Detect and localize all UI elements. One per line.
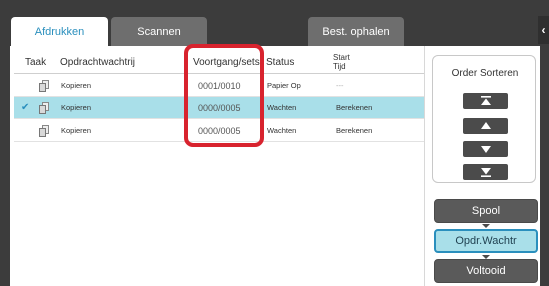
job-type-icon bbox=[39, 97, 50, 118]
row-time: Berekenen bbox=[336, 126, 373, 135]
row-status: Wachten bbox=[267, 103, 297, 112]
copy-doc-icon bbox=[39, 79, 50, 92]
move-top-icon bbox=[480, 96, 491, 105]
arrow-down-icon bbox=[482, 224, 490, 228]
tab-scannen[interactable]: Scannen bbox=[111, 17, 207, 46]
job-type-icon bbox=[39, 75, 50, 96]
queue-button[interactable]: Opdr.Wachtr bbox=[434, 229, 538, 253]
row-name: Kopieren bbox=[61, 103, 92, 112]
left-edge bbox=[0, 0, 10, 286]
copy-doc-icon bbox=[39, 101, 50, 114]
move-up-button[interactable] bbox=[463, 118, 508, 134]
move-bottom-button[interactable] bbox=[463, 164, 508, 180]
completed-button[interactable]: Voltooid bbox=[434, 259, 538, 283]
header-opdrachtwachtrij: Opdrachtwachtrij bbox=[60, 57, 136, 68]
move-top-button[interactable] bbox=[463, 93, 508, 109]
row-status: Papier Op bbox=[267, 81, 301, 90]
move-down-icon bbox=[480, 146, 491, 153]
move-down-button[interactable] bbox=[463, 141, 508, 157]
tab-afdrukken[interactable]: Afdrukken bbox=[11, 17, 108, 46]
table-right-border bbox=[424, 46, 425, 286]
row-name: Kopieren bbox=[61, 126, 92, 135]
progress-column-highlight bbox=[184, 44, 264, 147]
row-time: --- bbox=[336, 81, 344, 90]
sort-title: Order Sorteren bbox=[451, 68, 519, 79]
tab-best-ophalen[interactable]: Best. ophalen bbox=[308, 17, 404, 46]
check-icon: ✔ bbox=[21, 102, 30, 113]
row-status: Wachten bbox=[267, 126, 297, 135]
app-frame: ‹ Afdrukken Scannen Best. ophalen Taak O… bbox=[0, 0, 549, 286]
move-up-icon bbox=[480, 122, 491, 129]
row-name: Kopieren bbox=[61, 81, 92, 90]
header-taak: Taak bbox=[25, 57, 47, 68]
spool-button[interactable]: Spool bbox=[434, 199, 538, 223]
header-start-tijd: Start Tijd bbox=[333, 53, 350, 71]
collapse-panel-button[interactable]: ‹ bbox=[538, 16, 549, 44]
move-bottom-icon bbox=[480, 168, 491, 177]
job-type-icon bbox=[39, 120, 50, 141]
header-status: Status bbox=[266, 57, 295, 68]
header-start: Start bbox=[333, 53, 350, 62]
row-time: Berekenen bbox=[336, 103, 373, 112]
copy-doc-icon bbox=[39, 124, 50, 137]
header-tijd: Tijd bbox=[333, 62, 346, 71]
order-sort-panel: Order Sorteren bbox=[432, 55, 536, 183]
chevron-left-icon: ‹ bbox=[541, 23, 546, 37]
